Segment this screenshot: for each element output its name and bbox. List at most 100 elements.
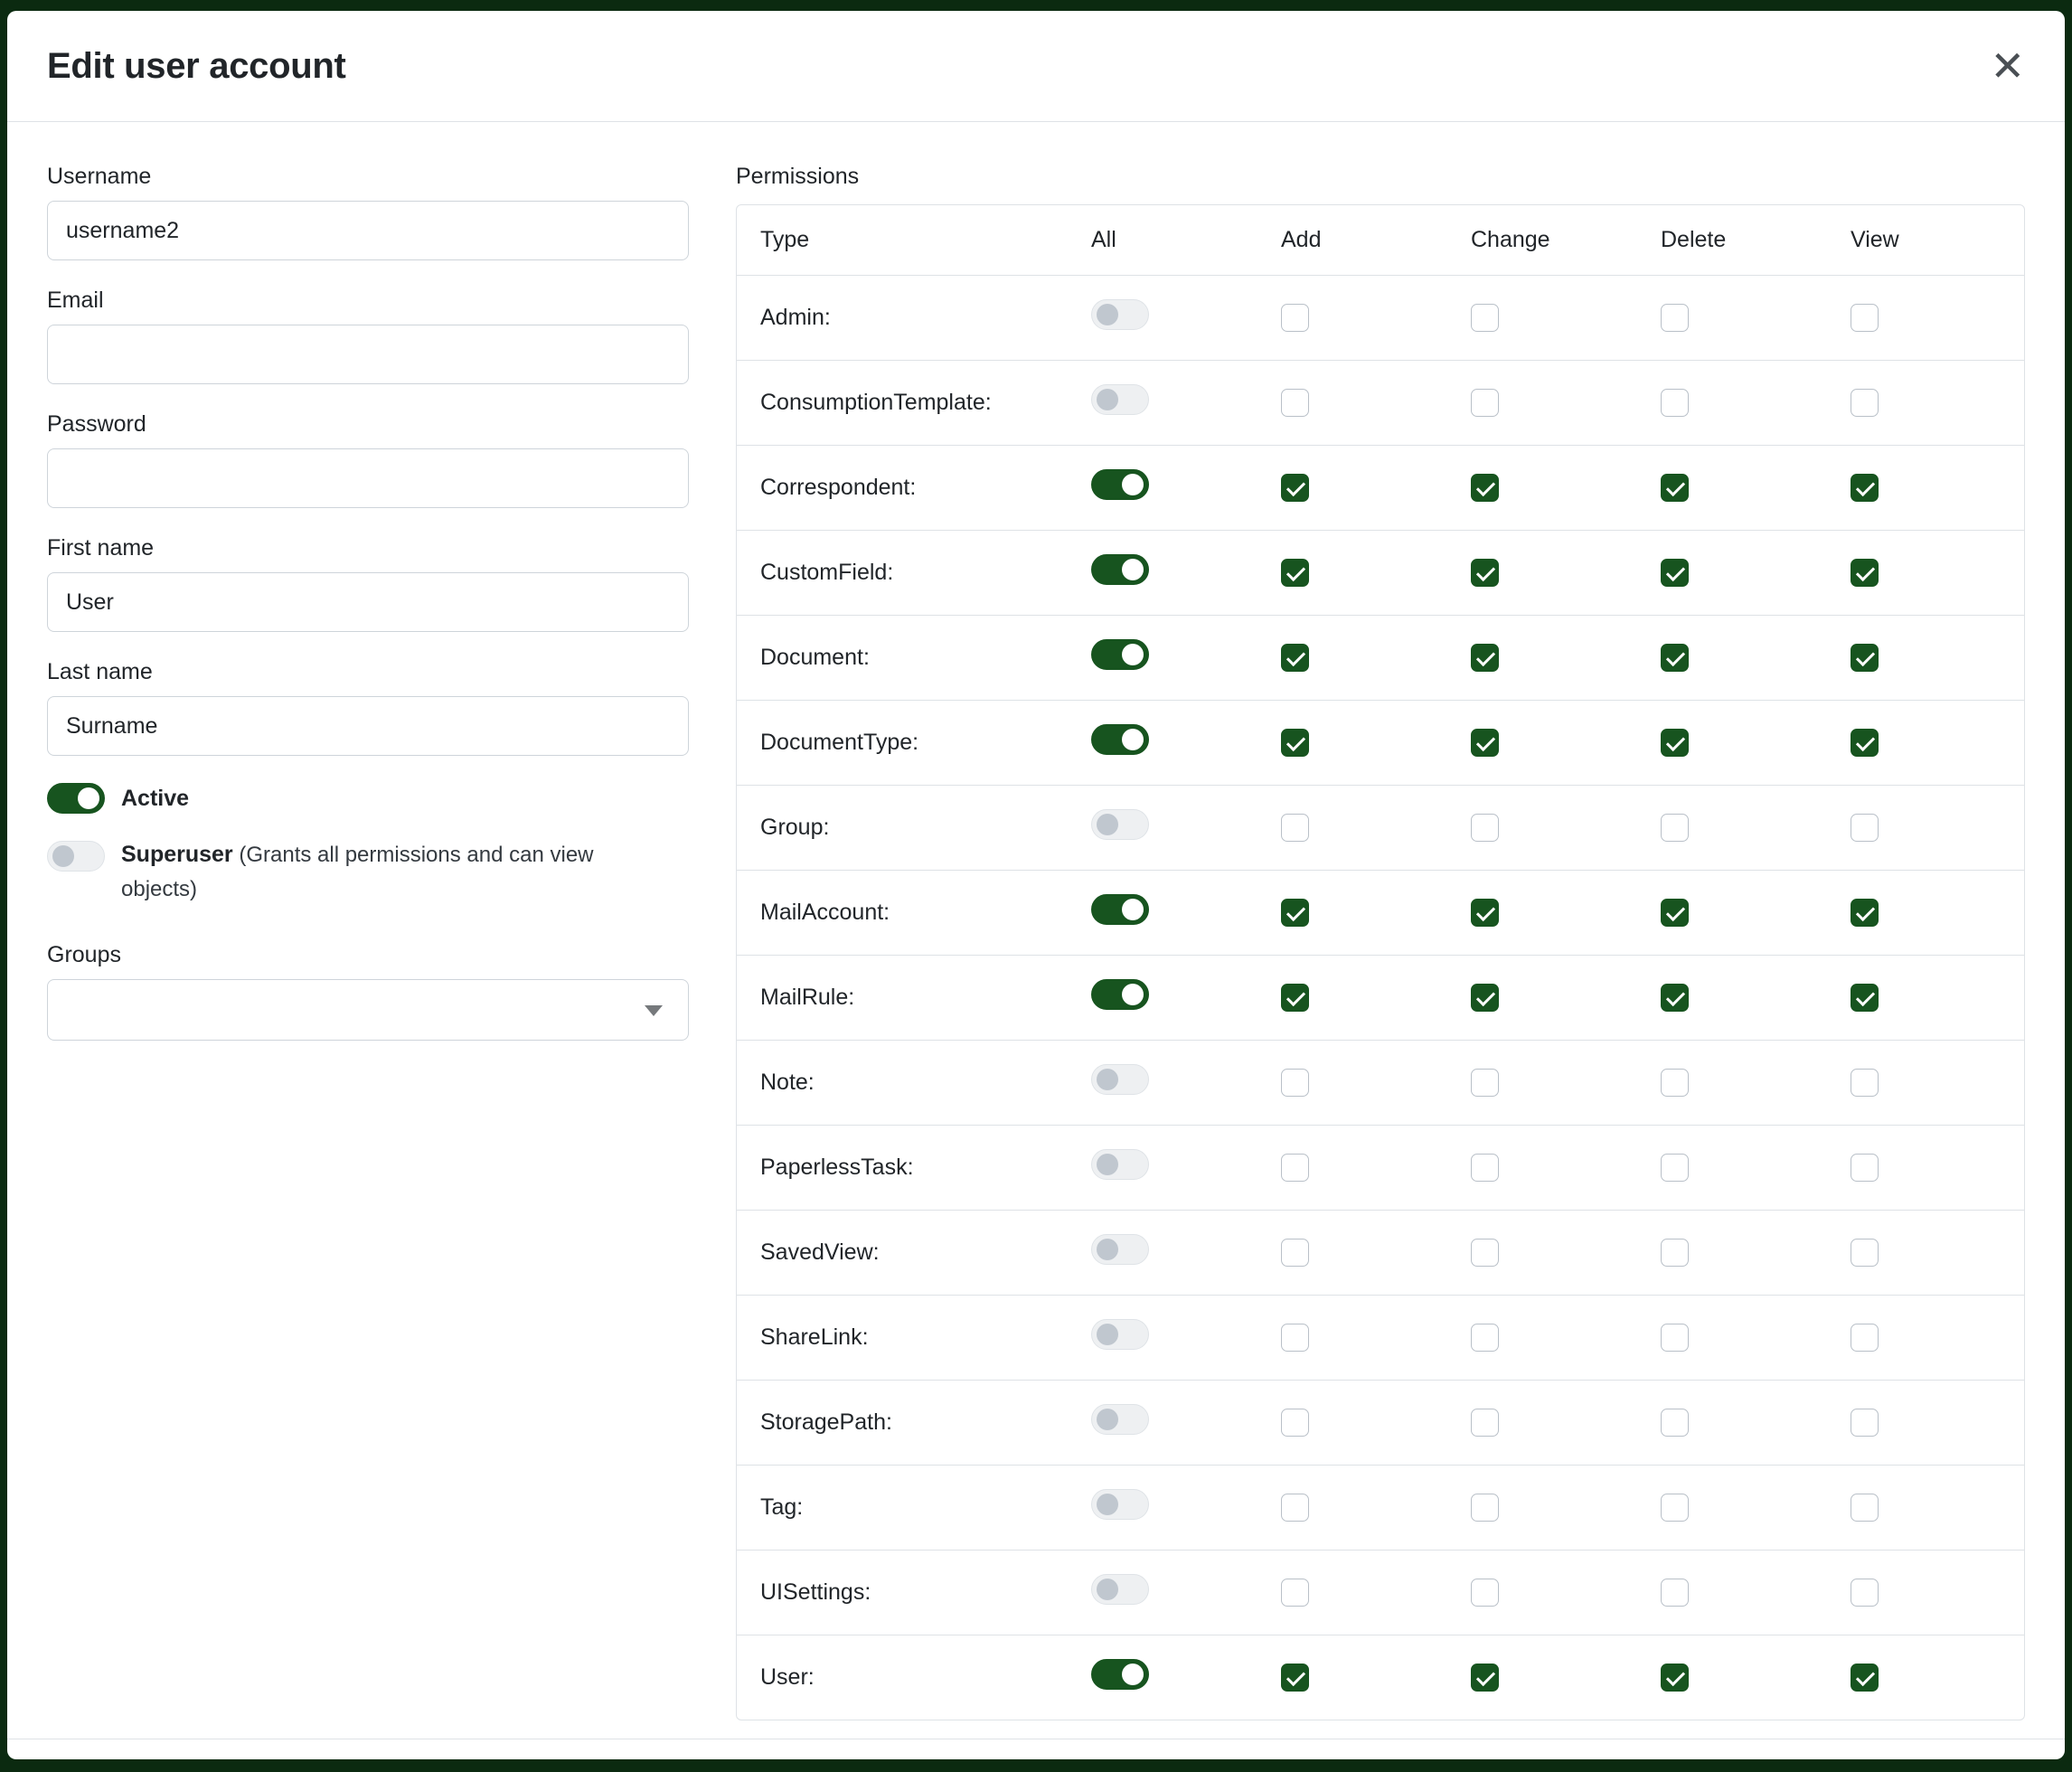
permission-all-toggle[interactable]: [1091, 1574, 1149, 1605]
permission-delete-checkbox[interactable]: [1661, 1069, 1689, 1097]
permission-add-checkbox[interactable]: [1281, 899, 1309, 927]
email-input[interactable]: [47, 325, 689, 384]
permission-add-checkbox[interactable]: [1281, 1579, 1309, 1607]
permission-view-checkbox[interactable]: [1851, 1239, 1879, 1267]
permission-view-checkbox[interactable]: [1851, 1494, 1879, 1522]
permission-view-checkbox[interactable]: [1851, 1579, 1879, 1607]
permission-change-checkbox[interactable]: [1471, 1154, 1499, 1182]
permission-add-checkbox[interactable]: [1281, 559, 1309, 587]
permission-change-checkbox[interactable]: [1471, 304, 1499, 332]
permission-change-checkbox[interactable]: [1471, 1579, 1499, 1607]
permission-all-toggle[interactable]: [1091, 1319, 1149, 1350]
permission-all-toggle[interactable]: [1091, 979, 1149, 1010]
permission-delete-checkbox[interactable]: [1661, 899, 1689, 927]
permission-delete-checkbox[interactable]: [1661, 474, 1689, 502]
permission-delete-checkbox[interactable]: [1661, 389, 1689, 417]
permission-view-checkbox[interactable]: [1851, 814, 1879, 842]
permission-delete-checkbox[interactable]: [1661, 729, 1689, 757]
permission-all-toggle[interactable]: [1091, 1149, 1149, 1180]
permission-all-cell: [1075, 616, 1265, 701]
permission-change-checkbox[interactable]: [1471, 1664, 1499, 1692]
groups-select[interactable]: [47, 979, 689, 1041]
permission-all-toggle[interactable]: [1091, 724, 1149, 755]
permission-all-toggle[interactable]: [1091, 894, 1149, 925]
permission-add-checkbox[interactable]: [1281, 1494, 1309, 1522]
permission-change-checkbox[interactable]: [1471, 1494, 1499, 1522]
permission-add-checkbox[interactable]: [1281, 729, 1309, 757]
permission-delete-checkbox[interactable]: [1661, 644, 1689, 672]
permission-row: PaperlessTask:: [737, 1126, 2024, 1211]
permission-add-checkbox[interactable]: [1281, 1154, 1309, 1182]
permission-delete-checkbox[interactable]: [1661, 1324, 1689, 1352]
permission-change-checkbox[interactable]: [1471, 644, 1499, 672]
permission-view-checkbox[interactable]: [1851, 304, 1879, 332]
permission-add-cell: [1265, 956, 1455, 1041]
permission-change-checkbox[interactable]: [1471, 1239, 1499, 1267]
password-input[interactable]: [47, 448, 689, 508]
permission-add-checkbox[interactable]: [1281, 474, 1309, 502]
permission-change-checkbox[interactable]: [1471, 1409, 1499, 1437]
permission-all-toggle[interactable]: [1091, 554, 1149, 585]
permission-delete-checkbox[interactable]: [1661, 1409, 1689, 1437]
permission-delete-checkbox[interactable]: [1661, 814, 1689, 842]
permission-delete-checkbox[interactable]: [1661, 1664, 1689, 1692]
permission-view-checkbox[interactable]: [1851, 1324, 1879, 1352]
permission-delete-checkbox[interactable]: [1661, 1494, 1689, 1522]
permission-all-toggle[interactable]: [1091, 299, 1149, 330]
permission-all-toggle[interactable]: [1091, 1659, 1149, 1690]
permission-add-checkbox[interactable]: [1281, 1324, 1309, 1352]
permission-all-toggle[interactable]: [1091, 384, 1149, 415]
superuser-toggle[interactable]: [47, 841, 105, 872]
permission-all-toggle[interactable]: [1091, 639, 1149, 670]
permission-change-checkbox[interactable]: [1471, 1324, 1499, 1352]
permission-add-checkbox[interactable]: [1281, 304, 1309, 332]
permission-change-checkbox[interactable]: [1471, 1069, 1499, 1097]
permission-delete-checkbox[interactable]: [1661, 304, 1689, 332]
permission-view-checkbox[interactable]: [1851, 1154, 1879, 1182]
permission-add-checkbox[interactable]: [1281, 1409, 1309, 1437]
permission-view-checkbox[interactable]: [1851, 644, 1879, 672]
permission-type-label: Group:: [737, 786, 1075, 871]
permission-delete-checkbox[interactable]: [1661, 1239, 1689, 1267]
permission-delete-checkbox[interactable]: [1661, 984, 1689, 1012]
permission-change-checkbox[interactable]: [1471, 559, 1499, 587]
permission-view-checkbox[interactable]: [1851, 559, 1879, 587]
permission-view-checkbox[interactable]: [1851, 1409, 1879, 1437]
permission-change-checkbox[interactable]: [1471, 899, 1499, 927]
permission-add-checkbox[interactable]: [1281, 1239, 1309, 1267]
username-input[interactable]: [47, 201, 689, 260]
permission-view-checkbox[interactable]: [1851, 1069, 1879, 1097]
permission-all-toggle[interactable]: [1091, 1064, 1149, 1095]
permission-all-toggle[interactable]: [1091, 809, 1149, 840]
permission-change-cell: [1455, 276, 1644, 361]
permission-add-checkbox[interactable]: [1281, 984, 1309, 1012]
permission-add-checkbox[interactable]: [1281, 1664, 1309, 1692]
permission-all-toggle[interactable]: [1091, 469, 1149, 500]
permission-add-checkbox[interactable]: [1281, 644, 1309, 672]
active-toggle[interactable]: [47, 783, 105, 814]
permission-add-checkbox[interactable]: [1281, 1069, 1309, 1097]
last-name-input[interactable]: [47, 696, 689, 756]
first-name-input[interactable]: [47, 572, 689, 632]
permission-change-checkbox[interactable]: [1471, 389, 1499, 417]
permission-all-toggle[interactable]: [1091, 1234, 1149, 1265]
permission-all-toggle[interactable]: [1091, 1404, 1149, 1435]
permission-change-checkbox[interactable]: [1471, 984, 1499, 1012]
permission-view-checkbox[interactable]: [1851, 984, 1879, 1012]
permission-change-checkbox[interactable]: [1471, 729, 1499, 757]
permission-add-checkbox[interactable]: [1281, 814, 1309, 842]
permission-change-checkbox[interactable]: [1471, 474, 1499, 502]
permission-add-checkbox[interactable]: [1281, 389, 1309, 417]
permission-view-checkbox[interactable]: [1851, 1664, 1879, 1692]
permission-view-checkbox[interactable]: [1851, 389, 1879, 417]
permission-view-checkbox[interactable]: [1851, 899, 1879, 927]
close-icon[interactable]: ✕: [1990, 45, 2025, 87]
permission-view-checkbox[interactable]: [1851, 474, 1879, 502]
permission-delete-checkbox[interactable]: [1661, 1154, 1689, 1182]
permission-all-toggle[interactable]: [1091, 1489, 1149, 1520]
permission-change-checkbox[interactable]: [1471, 814, 1499, 842]
permission-delete-checkbox[interactable]: [1661, 1579, 1689, 1607]
permission-delete-checkbox[interactable]: [1661, 559, 1689, 587]
permission-view-checkbox[interactable]: [1851, 729, 1879, 757]
dialog-title: Edit user account: [47, 46, 346, 87]
